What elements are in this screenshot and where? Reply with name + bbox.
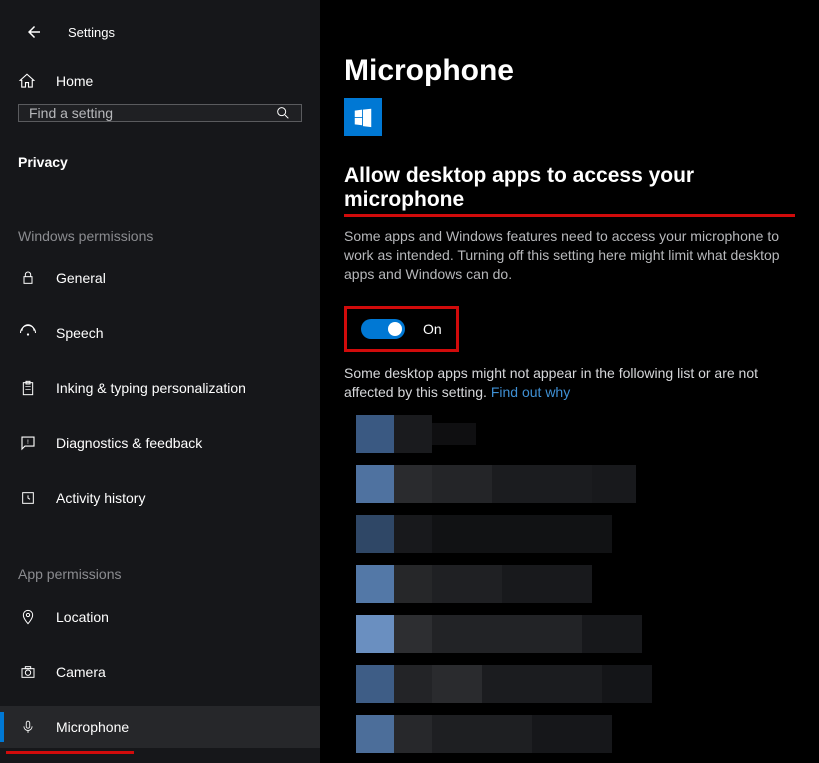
section-description: Some apps and Windows features need to a… (344, 227, 795, 284)
arrow-left-icon (25, 23, 43, 41)
nav-label: Location (56, 609, 109, 625)
search-box[interactable] (18, 104, 302, 122)
home-icon (18, 72, 38, 90)
sidebar: Settings Home Privacy Windows permission… (0, 0, 320, 763)
nav-camera[interactable]: Camera (0, 652, 320, 692)
highlight-box: On (344, 306, 459, 352)
clipboard-icon (18, 380, 38, 396)
toggle-row: On (344, 306, 795, 352)
section-heading: Allow desktop apps to access your microp… (344, 164, 795, 217)
search-icon (275, 105, 291, 121)
list-item (356, 465, 795, 503)
note-text: Some desktop apps might not appear in th… (344, 364, 795, 402)
nav-label: Microphone (56, 719, 129, 735)
nav-speech[interactable]: Speech (0, 312, 320, 354)
camera-icon (18, 664, 38, 680)
list-item (356, 565, 795, 603)
desktop-apps-microphone-toggle[interactable] (361, 319, 405, 339)
section-app-permissions: App permissions (0, 566, 320, 582)
nav-label: Activity history (56, 490, 145, 506)
page-title: Microphone (344, 54, 795, 88)
toggle-knob (388, 322, 402, 336)
microphone-icon (18, 718, 38, 736)
section-windows-permissions: Windows permissions (0, 228, 320, 244)
content-area: Microphone Allow desktop apps to access … (320, 0, 819, 763)
toggle-state-label: On (423, 321, 442, 337)
speech-icon (18, 324, 38, 342)
list-item (356, 715, 795, 753)
feedback-icon: ! (18, 434, 38, 452)
back-button[interactable] (18, 16, 50, 48)
home-button[interactable]: Home (0, 62, 320, 100)
nav-inking[interactable]: Inking & typing personalization (0, 368, 320, 408)
location-icon (18, 608, 38, 626)
windows-app-icon (344, 98, 382, 136)
search-input[interactable] (29, 105, 275, 121)
nav-label: Inking & typing personalization (56, 380, 246, 396)
home-label: Home (56, 73, 93, 89)
highlight-underline (6, 751, 134, 754)
nav-label: Diagnostics & feedback (56, 435, 202, 451)
nav-label: Speech (56, 325, 103, 341)
list-item (356, 515, 795, 553)
lock-icon (18, 270, 38, 286)
desktop-apps-list (356, 415, 795, 753)
find-out-why-link[interactable]: Find out why (491, 384, 570, 400)
app-icon-row (344, 98, 795, 136)
privacy-heading: Privacy (0, 140, 320, 170)
header-title: Settings (68, 25, 115, 40)
svg-text:!: ! (27, 439, 29, 446)
list-item (356, 415, 795, 453)
nav-activity[interactable]: Activity history (0, 478, 320, 518)
nav-location[interactable]: Location (0, 596, 320, 638)
nav-label: General (56, 270, 106, 286)
nav-microphone[interactable]: Microphone (0, 706, 320, 748)
header: Settings (0, 16, 320, 62)
list-item (356, 665, 795, 703)
nav-diagnostics[interactable]: ! Diagnostics & feedback (0, 422, 320, 464)
nav-general[interactable]: General (0, 258, 320, 298)
list-item (356, 615, 795, 653)
history-icon (18, 490, 38, 506)
nav-label: Camera (56, 664, 106, 680)
